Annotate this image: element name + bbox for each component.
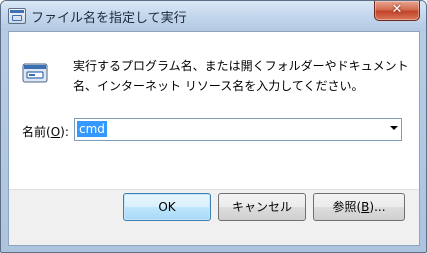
run-program-icon	[22, 63, 48, 83]
open-label: 名前(O):	[22, 123, 69, 140]
open-combobox[interactable]: cmd	[74, 118, 402, 141]
cancel-button-label: キャンセル	[231, 200, 292, 214]
chevron-down-icon[interactable]	[390, 126, 398, 130]
open-label-text: 名前(	[22, 125, 51, 139]
open-input-value[interactable]: cmd	[77, 121, 107, 137]
cancel-button[interactable]: キャンセル	[218, 193, 306, 221]
close-button[interactable]: ✕	[374, 1, 420, 21]
window-title: ファイル名を指定して実行	[31, 11, 187, 26]
ok-button[interactable]: OK	[123, 193, 211, 221]
close-icon: ✕	[391, 2, 403, 17]
open-label-accesskey: O	[50, 125, 61, 139]
instruction-text: 実行するプログラム名、または開くフォルダーやドキュメント名、インターネット リソ…	[73, 59, 409, 93]
run-dialog-window: ファイル名を指定して実行 ✕ 実行するプログラム名、または開くフォルダーやドキュ…	[0, 0, 427, 253]
dialog-body: 実行するプログラム名、または開くフォルダーやドキュメント名、インターネット リソ…	[8, 31, 420, 246]
browse-label-suffix: )...	[369, 200, 386, 214]
run-dialog-icon	[8, 8, 26, 24]
open-label-suffix: ):	[60, 125, 69, 139]
title-bar[interactable]: ファイル名を指定して実行 ✕	[1, 1, 426, 31]
browse-button[interactable]: 参照(B)...	[313, 193, 405, 221]
ok-button-label: OK	[158, 200, 176, 214]
browse-label-text: 参照(	[332, 200, 362, 214]
